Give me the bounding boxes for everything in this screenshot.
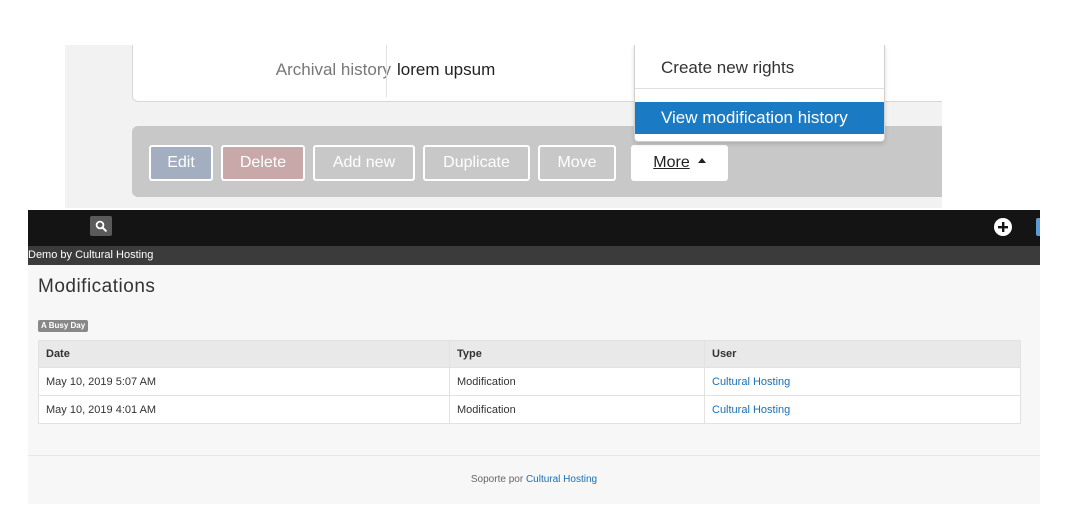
table-header-row: Date Type User bbox=[38, 340, 1021, 368]
footer-text: Soporte por bbox=[470, 474, 524, 485]
move-button[interactable]: Move bbox=[538, 145, 616, 181]
footer-link[interactable]: Cultural Hosting bbox=[526, 474, 597, 485]
caret-up-icon bbox=[697, 158, 706, 163]
add-new-button[interactable]: Add new bbox=[313, 145, 415, 181]
table-row: May 10, 2019 5:07 AM Modification Cultur… bbox=[38, 367, 1021, 396]
duplicate-button[interactable]: Duplicate bbox=[423, 145, 530, 181]
row-type: Modification bbox=[449, 367, 705, 396]
field-divider bbox=[386, 45, 387, 97]
row-date: May 10, 2019 5:07 AM bbox=[38, 367, 450, 396]
add-button[interactable] bbox=[994, 218, 1012, 236]
column-header-type: Type bbox=[449, 340, 705, 368]
modifications-page-crop: Demo by Cultural Hosting Modifications A… bbox=[28, 210, 1040, 504]
site-name-bar: Demo by Cultural Hosting bbox=[28, 246, 1040, 265]
column-header-user: User bbox=[704, 340, 1021, 368]
more-button[interactable]: More bbox=[631, 145, 728, 181]
site-name[interactable]: Demo by Cultural Hosting bbox=[28, 249, 153, 261]
footer-divider bbox=[28, 455, 1040, 456]
delete-button[interactable]: Delete bbox=[221, 145, 305, 181]
edit-button[interactable]: Edit bbox=[149, 145, 213, 181]
record-badge: A Busy Day bbox=[38, 320, 89, 332]
field-value: lorem upsum bbox=[397, 60, 496, 79]
table-row: May 10, 2019 4:01 AM Modification Cultur… bbox=[38, 395, 1021, 424]
more-dropdown-menu: Create new rights View modification hist… bbox=[634, 45, 885, 142]
modifications-table: Date Type User May 10, 2019 5:07 AM Modi… bbox=[38, 340, 1021, 424]
field-label: Archival history bbox=[275, 60, 391, 79]
user-menu-edge[interactable] bbox=[1036, 218, 1040, 236]
plus-circle-icon bbox=[998, 222, 1008, 232]
page-title: Modifications bbox=[38, 276, 156, 297]
row-type: Modification bbox=[449, 395, 705, 424]
column-header-date: Date bbox=[38, 340, 450, 368]
record-view-crop: Archival history lorem upsum Edit Delete… bbox=[65, 45, 942, 208]
row-date: May 10, 2019 4:01 AM bbox=[38, 395, 450, 424]
menu-divider bbox=[635, 88, 884, 89]
footer: Soporte por Cultural Hosting bbox=[28, 474, 1040, 485]
top-navbar bbox=[28, 210, 1040, 246]
view-modification-history-item[interactable]: View modification history bbox=[635, 102, 884, 134]
row-user-link[interactable]: Cultural Hosting bbox=[704, 367, 1021, 396]
row-user-link[interactable]: Cultural Hosting bbox=[704, 395, 1021, 424]
search-input[interactable] bbox=[28, 216, 90, 236]
more-label: More bbox=[653, 154, 690, 171]
create-new-rights-item[interactable]: Create new rights bbox=[635, 51, 884, 85]
search-button[interactable] bbox=[90, 216, 112, 236]
search-icon bbox=[95, 220, 107, 232]
